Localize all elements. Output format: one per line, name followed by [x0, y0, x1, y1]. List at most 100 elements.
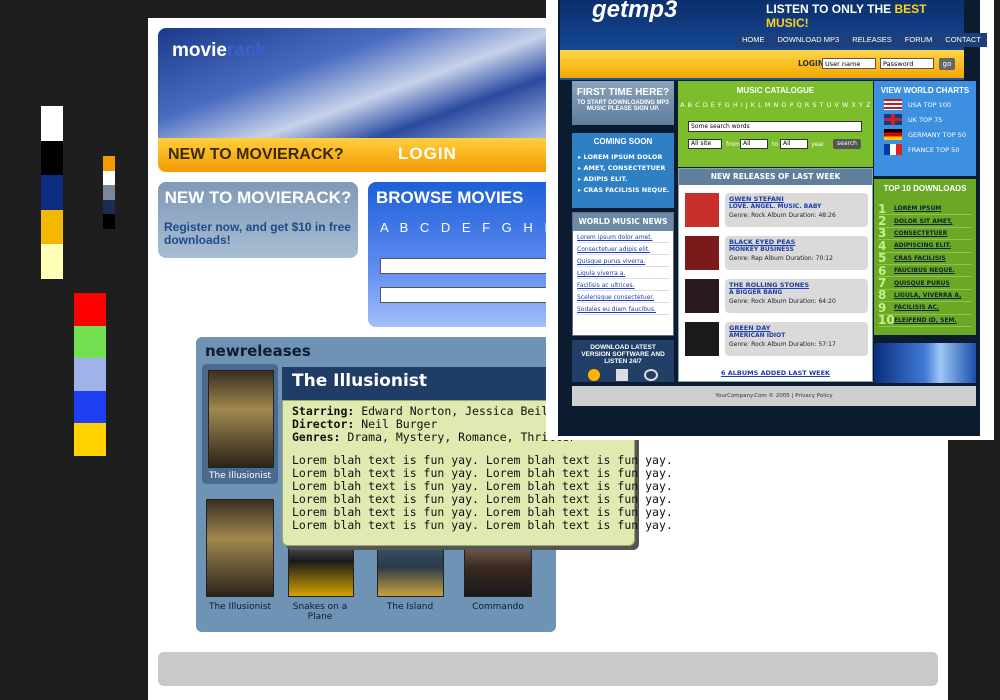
winamp-icon[interactable]	[616, 369, 628, 381]
go-button[interactable]: go	[939, 58, 955, 70]
nav-item-forum[interactable]: FORUM	[898, 33, 939, 47]
movie-poster-image[interactable]	[208, 370, 274, 468]
film-title[interactable]: Commando	[460, 602, 536, 612]
flag-icon	[884, 99, 902, 110]
top10-title[interactable]: ELEIFEND ID, SEM.	[894, 317, 957, 324]
catalogue-search-input[interactable]: Some search words	[688, 121, 862, 132]
album-artist[interactable]: GREEN DAY	[729, 324, 864, 332]
album-cover[interactable]	[685, 193, 719, 227]
from-select[interactable]: All	[740, 139, 768, 149]
chart-link[interactable]: USA TOP 100	[884, 99, 976, 110]
top10-title[interactable]: ADIPISCING ELIT.	[894, 242, 951, 249]
coming-soon-item[interactable]: LOREM IPSUM DOLOR	[578, 152, 674, 163]
album-artist[interactable]: GWEN STEFANI	[729, 195, 864, 203]
album-cover[interactable]	[685, 322, 719, 356]
catalogue-alphabet[interactable]: A B C D E F G H I J K L M N O P Q R S T …	[678, 101, 873, 109]
news-item[interactable]: Ligula viverra a.	[577, 269, 669, 279]
news-item[interactable]: Quisque purus viverra.	[577, 257, 669, 267]
from-label: from	[726, 141, 740, 148]
coming-soon-item[interactable]: AMET, CONSECTETUER	[578, 163, 674, 174]
movierack-logo[interactable]: movierack	[172, 40, 266, 62]
album-item[interactable]: THE ROLLING STONES A BIGGER BANG Genre: Ro…	[685, 279, 868, 315]
getmp3-footer: YourCompany.Com © 2005 | Privacy Policy	[572, 386, 976, 406]
site-select[interactable]: All site	[688, 139, 722, 149]
login-bar: LOGIN User name Password go	[560, 50, 964, 78]
username-field[interactable]: User name	[822, 58, 876, 69]
new-releases-title: newreleases	[205, 342, 311, 360]
releases-title: NEW RELEASES OF LAST WEEK	[679, 169, 872, 185]
catalogue-search-button[interactable]: search	[833, 139, 861, 149]
coming-soon-item[interactable]: ADIPIS ELIT.	[578, 174, 674, 185]
password-field[interactable]: Password	[880, 58, 934, 69]
album-info: GREEN DAY AMERICAN IDIOT Genre: Rock Album…	[725, 322, 868, 356]
top10-title[interactable]: LIGULA, VIVERRA A,	[894, 292, 961, 299]
nav-item-contact[interactable]: CONTACT	[939, 33, 987, 47]
top10-title[interactable]: FACILISIS AC,	[894, 304, 939, 311]
top10-item[interactable]: 10 ELEIFEND ID, SEM.	[878, 313, 972, 328]
album-cover[interactable]	[685, 236, 719, 270]
new-user-prompt[interactable]: NEW TO MOVIERACK?	[168, 146, 344, 164]
first-time-box[interactable]: FIRST TIME HERE? TO START DOWNLOADING MP…	[572, 81, 674, 125]
promo-image	[874, 343, 976, 383]
album-cover[interactable]	[685, 279, 719, 313]
first-time-text: TO START DOWNLOADING MP3 MUSIC PLEASE SI…	[577, 100, 669, 112]
top10-title[interactable]: LOREM IPSUM	[894, 205, 941, 212]
featured-film[interactable]: The Illusionist	[202, 364, 278, 484]
top10-title[interactable]: DOLOR SIT AMET,	[894, 218, 952, 225]
album-item[interactable]: BLACK EYED PEAS MONKEY BUSINESS Genre: Rap…	[685, 236, 868, 272]
chart-label[interactable]: UK TOP 75	[908, 116, 942, 124]
color-swatch	[74, 423, 106, 456]
nav-item-download-mp3[interactable]: DOWNLOAD MP3	[771, 33, 846, 47]
realplayer-icon[interactable]	[644, 369, 658, 381]
login-button[interactable]: LOGIN	[398, 144, 457, 164]
news-item[interactable]: Facilisis ac ultrices.	[577, 281, 669, 291]
album-artist[interactable]: BLACK EYED PEAS	[729, 238, 864, 246]
browse-movies-title: BROWSE MOVIES	[376, 188, 524, 207]
top10-title[interactable]: CRAS FACILISIS	[894, 255, 946, 262]
chart-label[interactable]: FRANCE TOP 50	[908, 146, 959, 154]
rank-number: 10	[878, 313, 895, 328]
news-item[interactable]: Sodales eu diam faucibus.	[577, 305, 669, 315]
album-item[interactable]: GREEN DAY AMERICAN IDIOT Genre: Rock Album…	[685, 322, 868, 358]
chart-link[interactable]: GERMANY TOP 50	[884, 129, 976, 140]
flag-icon	[884, 114, 902, 125]
news-item[interactable]: Consectetuer adipis elit.	[577, 245, 669, 255]
chart-label[interactable]: USA TOP 100	[908, 101, 951, 109]
getmp3-logo[interactable]: getmp3	[592, 0, 677, 24]
news-item[interactable]: Lorem ipsum dolor amet.	[577, 233, 669, 243]
film-title[interactable]: The Illusionist	[202, 602, 278, 612]
world-news-title: WORLD MUSIC NEWS	[573, 213, 673, 231]
world-news-list: Lorem ipsum dolor amet. Consectetuer adip…	[573, 233, 673, 315]
film-title[interactable]: The Island	[374, 602, 446, 612]
download-title: DOWNLOAD LATEST VERSION SOFTWARE AND LIS…	[581, 344, 665, 365]
news-item[interactable]: Scelerisque consectetuer.	[577, 293, 669, 303]
album-item[interactable]: GWEN STEFANI LOVE. ANGEL. MUSIC. BABY Genr…	[685, 193, 868, 229]
chart-link[interactable]: UK TOP 75	[884, 114, 976, 125]
new-releases-box: NEW RELEASES OF LAST WEEK GWEN STEFANI LO…	[678, 168, 873, 382]
download-software-box[interactable]: DOWNLOAD LATEST VERSION SOFTWARE AND LIS…	[572, 340, 674, 382]
top10-title[interactable]: CONSECTETUER	[894, 230, 947, 237]
album-title[interactable]: A BIGGER BANG	[729, 289, 864, 296]
nav-item-home[interactable]: HOME	[736, 33, 771, 47]
coming-soon-item[interactable]: CRAS FACILISIS NEQUE.	[578, 185, 674, 196]
album-meta: Genre: Rock Album Duration: 48:26	[729, 212, 836, 219]
movie-poster-image[interactable]	[206, 499, 274, 597]
player-icon[interactable]	[588, 369, 600, 381]
nav-item-releases[interactable]: RELEASES	[846, 33, 898, 47]
chart-link[interactable]: FRANCE TOP 50	[884, 144, 976, 155]
album-artist[interactable]: THE ROLLING STONES	[729, 281, 864, 289]
main-nav: HOME DOWNLOAD MP3 RELEASES FORUM CONTACT	[736, 33, 987, 47]
album-title[interactable]: MONKEY BUSINESS	[729, 246, 864, 253]
album-info: GWEN STEFANI LOVE. ANGEL. MUSIC. BABY Genr…	[725, 193, 868, 227]
album-title[interactable]: AMERICAN IDIOT	[729, 332, 864, 339]
albums-added-link[interactable]: 6 ALBUMS ADDED LAST WEEK	[679, 369, 872, 377]
register-promo-box[interactable]: NEW TO MOVIERACK? Register now, and get …	[158, 182, 358, 258]
top10-title[interactable]: FAUCIBUS NEQUE.	[894, 267, 955, 274]
chart-label[interactable]: GERMANY TOP 50	[908, 131, 966, 139]
to-select[interactable]: All	[780, 139, 808, 149]
album-title[interactable]: LOVE. ANGEL. MUSIC. BABY	[729, 203, 864, 210]
film-title[interactable]: Snakes on a Plane	[284, 602, 356, 622]
top10-title[interactable]: QUISQUE PURUS	[894, 280, 950, 287]
getmp3-tagline: LISTEN TO ONLY THE BEST MUSIC!	[766, 2, 927, 30]
film-title[interactable]: The Illusionist	[202, 471, 278, 481]
